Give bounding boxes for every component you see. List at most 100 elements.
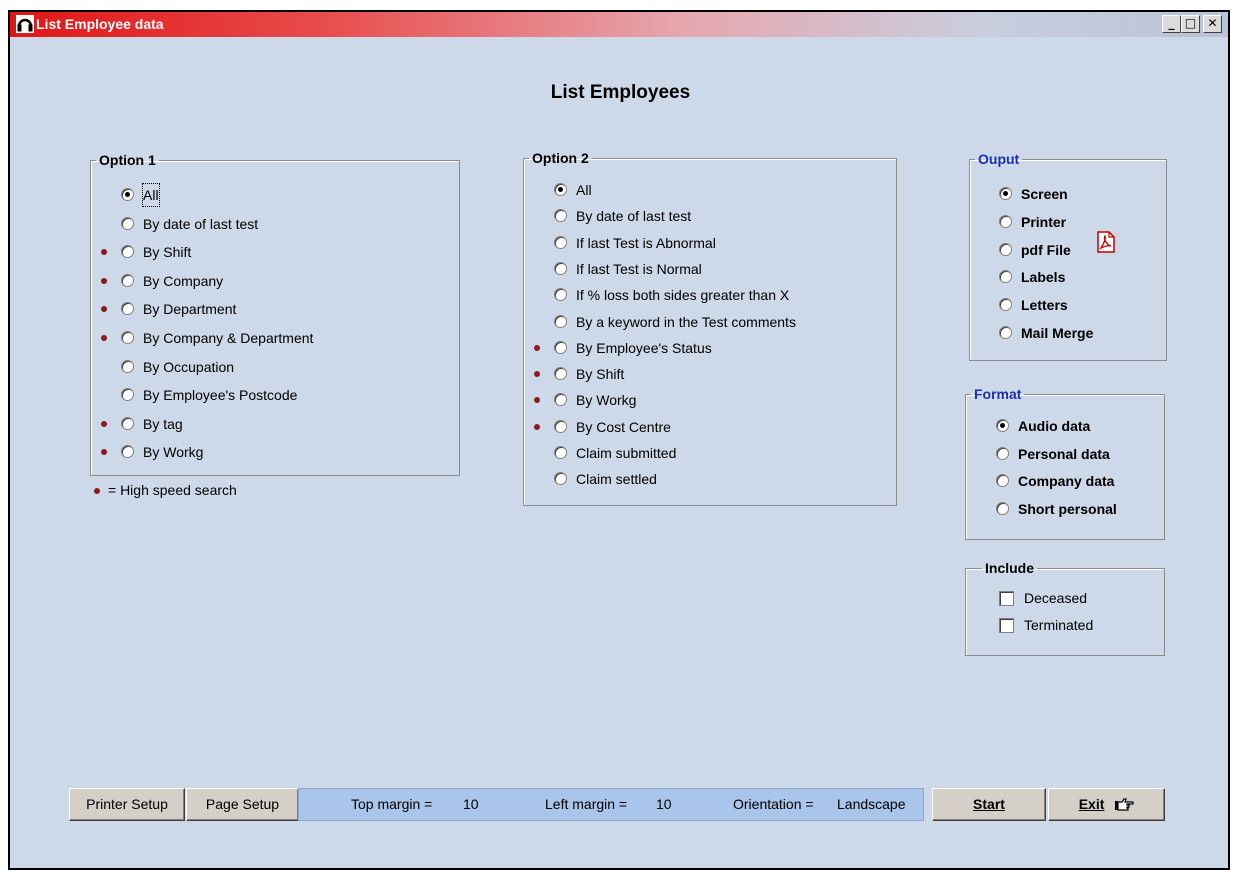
option2-option[interactable]: Claim settled — [554, 468, 874, 490]
radio-button[interactable] — [999, 214, 1012, 228]
radio-button[interactable] — [554, 261, 567, 275]
high-speed-dot-icon — [534, 423, 540, 430]
option1-option-label: By date of last test — [143, 215, 259, 232]
radio-button[interactable] — [554, 235, 567, 249]
checkbox[interactable] — [999, 591, 1014, 606]
margin-info-bar: Top margin = 10 Left margin = 10 Orienta… — [298, 788, 924, 821]
format-option[interactable]: Short personal — [996, 498, 1156, 520]
option1-option-label: By tag — [143, 415, 183, 432]
radio-button[interactable] — [996, 419, 1009, 432]
option2-option-label: If last Test is Abnormal — [576, 234, 716, 251]
option2-option-label: By date of last test — [576, 208, 692, 225]
minimize-button[interactable]: _ — [1162, 15, 1181, 33]
maximize-button[interactable]: □ — [1181, 15, 1200, 33]
format-option[interactable]: Personal data — [996, 443, 1156, 465]
pdf-icon — [1097, 231, 1115, 253]
option2-option-label: If % loss both sides greater than X — [576, 287, 790, 304]
radio-button[interactable] — [121, 359, 134, 373]
option1-option[interactable]: By Department — [101, 298, 441, 320]
radio-button[interactable] — [554, 209, 567, 223]
radio-button[interactable] — [121, 416, 134, 430]
radio-button[interactable] — [121, 188, 134, 201]
radio-button[interactable] — [999, 270, 1012, 284]
include-option[interactable]: Terminated — [999, 614, 1139, 636]
radio-button[interactable] — [121, 245, 134, 259]
output-option[interactable]: Letters — [999, 294, 1149, 316]
output-option[interactable]: pdf File — [999, 239, 1149, 261]
option2-option-label: Claim submitted — [576, 445, 677, 461]
left-margin-label: Left margin = — [545, 796, 628, 812]
page-setup-button[interactable]: Page Setup — [186, 788, 299, 821]
format-option-label: Audio data — [1018, 418, 1091, 434]
radio-button[interactable] — [999, 242, 1012, 256]
include-option[interactable]: Deceased — [999, 587, 1139, 609]
window-title: List Employee data — [36, 16, 164, 32]
option2-option[interactable]: By Employee's Status — [534, 337, 874, 359]
format-option[interactable]: Company data — [996, 470, 1156, 492]
high-speed-dot-icon — [101, 420, 107, 427]
radio-button[interactable] — [554, 367, 567, 381]
option2-option-label: Claim settled — [576, 471, 657, 488]
option1-option[interactable]: By Company — [101, 270, 441, 292]
output-option-label: Labels — [1021, 269, 1066, 286]
option2-option[interactable]: If last Test is Normal — [554, 258, 874, 280]
checkbox[interactable] — [999, 618, 1014, 633]
radio-button[interactable] — [554, 419, 567, 433]
printer-setup-button[interactable]: Printer Setup — [69, 788, 185, 821]
option2-option[interactable]: All — [554, 179, 874, 201]
option2-option[interactable]: By Shift — [534, 363, 874, 385]
option2-option[interactable]: By date of last test — [554, 205, 874, 227]
radio-button[interactable] — [121, 273, 134, 287]
output-option[interactable]: Printer — [999, 211, 1149, 233]
format-legend: Format — [974, 386, 1022, 402]
option2-option-label: By a keyword in the Test comments — [576, 313, 796, 330]
output-option[interactable]: Screen — [999, 183, 1149, 205]
radio-button[interactable] — [996, 474, 1009, 487]
radio-button[interactable] — [999, 298, 1012, 312]
top-margin-value: 10 — [463, 796, 479, 812]
option1-option[interactable]: By Employee's Postcode — [121, 384, 441, 406]
exit-button[interactable]: Exit — [1048, 788, 1165, 821]
radio-button[interactable] — [554, 393, 567, 407]
option1-option[interactable]: By Company & Department — [101, 327, 441, 349]
radio-button[interactable] — [999, 187, 1012, 200]
option1-option[interactable]: By tag — [101, 413, 441, 435]
option1-option-label: By Company — [143, 272, 224, 289]
option2-option[interactable]: If last Test is Abnormal — [554, 232, 874, 254]
radio-button[interactable] — [996, 446, 1009, 460]
minimize-icon: _ — [1168, 16, 1175, 30]
radio-button[interactable] — [121, 388, 134, 402]
option2-option[interactable]: If % loss both sides greater than X — [554, 284, 874, 306]
output-option[interactable]: Labels — [999, 266, 1149, 288]
radio-button[interactable] — [554, 288, 567, 302]
radio-button[interactable] — [121, 331, 134, 344]
format-option[interactable]: Audio data — [996, 415, 1156, 437]
option2-option[interactable]: By Cost Centre — [534, 416, 874, 438]
output-option[interactable]: Mail Merge — [999, 322, 1149, 344]
radio-button[interactable] — [554, 446, 567, 459]
radio-button[interactable] — [121, 302, 134, 316]
radio-button[interactable] — [554, 340, 567, 354]
radio-button[interactable] — [999, 326, 1012, 339]
option2-option[interactable]: By a keyword in the Test comments — [554, 311, 874, 333]
radio-button[interactable] — [554, 183, 567, 196]
title-bar[interactable]: List Employee data _ □ ✕ — [10, 12, 1228, 37]
option2-option[interactable]: By Workg — [534, 389, 874, 411]
option2-option[interactable]: Claim submitted — [554, 442, 874, 464]
option1-option[interactable]: By date of last test — [121, 213, 441, 235]
radio-button[interactable] — [121, 445, 134, 459]
radio-button[interactable] — [554, 314, 567, 328]
option1-option[interactable]: By Shift — [101, 241, 441, 263]
option1-option[interactable]: By Occupation — [121, 356, 441, 378]
format-option-label: Company data — [1018, 473, 1115, 489]
radio-button[interactable] — [121, 216, 134, 230]
radio-button[interactable] — [996, 501, 1009, 515]
option2-option-label: By Employee's Status — [576, 339, 712, 356]
option2-option-label: If last Test is Normal — [576, 260, 702, 277]
start-button[interactable]: Start — [932, 788, 1046, 821]
radio-button[interactable] — [554, 472, 567, 486]
close-button[interactable]: ✕ — [1203, 15, 1222, 33]
option1-option[interactable]: All — [121, 183, 441, 207]
option2-option-label: By Shift — [576, 366, 625, 383]
option1-option[interactable]: By Workg — [101, 441, 441, 463]
